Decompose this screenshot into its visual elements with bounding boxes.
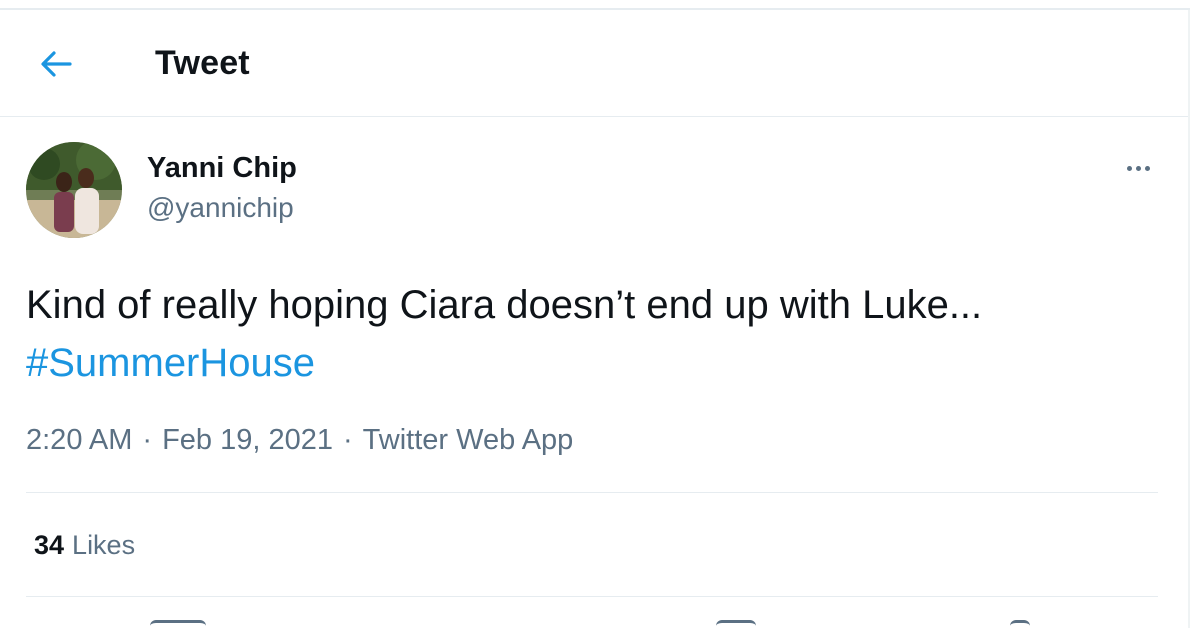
avatar-photo xyxy=(26,142,122,238)
author-handle[interactable]: @yannichip xyxy=(147,192,294,224)
reply-icon[interactable] xyxy=(150,620,206,628)
tweet-body: Kind of really hoping Ciara doesn’t end … xyxy=(26,283,983,327)
more-dot-icon xyxy=(1144,165,1150,171)
likes-label: Likes xyxy=(72,530,136,560)
likes-count: 34 xyxy=(34,530,65,560)
divider xyxy=(26,596,1158,597)
tweet-page: Tweet Yanni Chip @yannichip Kind of real… xyxy=(0,0,1200,628)
like-icon[interactable] xyxy=(716,620,756,628)
arrow-left-icon xyxy=(41,51,72,77)
share-icon[interactable] xyxy=(1010,620,1030,628)
more-dot-icon xyxy=(1135,165,1141,171)
tweet-text: Kind of really hoping Ciara doesn’t end … xyxy=(26,276,1166,392)
page-title: Tweet xyxy=(155,44,250,82)
meta-separator: · xyxy=(142,424,153,456)
divider xyxy=(26,492,1158,493)
avatar[interactable] xyxy=(26,142,122,238)
right-border xyxy=(1188,10,1190,628)
page-header: Tweet xyxy=(0,10,1188,117)
back-button[interactable] xyxy=(26,42,86,86)
tweet-date[interactable]: Feb 19, 2021 xyxy=(162,424,333,456)
hashtag-link[interactable]: #SummerHouse xyxy=(26,341,315,385)
more-options-button[interactable] xyxy=(1116,150,1160,186)
tweet-time[interactable]: 2:20 AM xyxy=(26,424,132,456)
likes-stat[interactable]: 34 Likes xyxy=(34,530,135,561)
more-dot-icon xyxy=(1126,165,1132,171)
tweet-meta: 2:20 AM · Feb 19, 2021 · Twitter Web App xyxy=(26,424,573,457)
meta-separator: · xyxy=(343,424,353,456)
author-display-name[interactable]: Yanni Chip xyxy=(147,152,297,185)
tweet-source[interactable]: Twitter Web App xyxy=(363,424,574,456)
